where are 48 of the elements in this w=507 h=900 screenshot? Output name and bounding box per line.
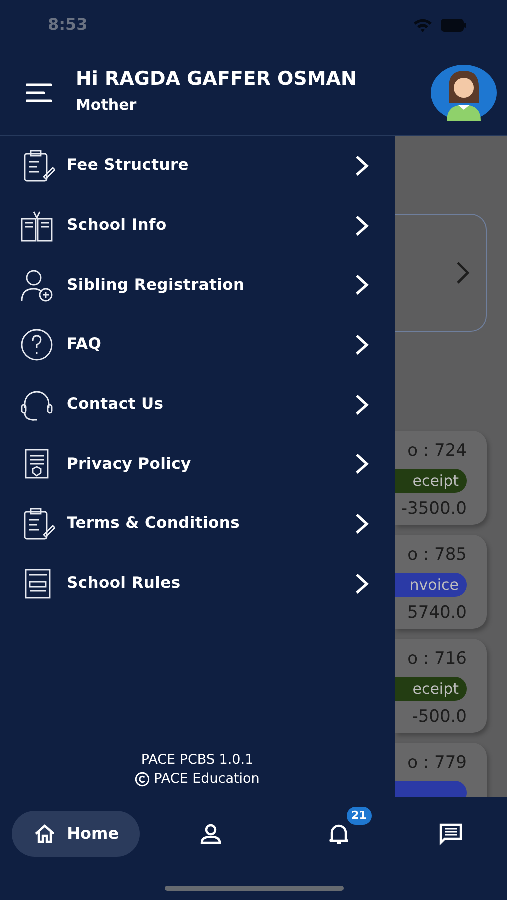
user-add-icon [20,268,55,302]
type-tag: eceipt [395,676,467,700]
amount-text: 5740.0 [406,602,467,624]
type-tag: nvoice [395,572,467,596]
chevron-right-icon [355,214,369,237]
menu-item[interactable]: Fee Structure [0,136,395,196]
avatar[interactable] [431,64,497,120]
type-tag: eceipt [395,468,467,492]
question-icon [20,328,55,362]
role-text: Mother [76,95,138,116]
profile-icon [199,822,224,846]
menu-item[interactable]: Contact Us [0,374,395,434]
bell-icon [326,822,351,846]
copyright-icon [135,772,150,787]
battery-icon [441,18,467,32]
transaction-number: o : 724 [406,440,467,463]
copyright-text: PACE Education [154,770,260,789]
menu-item[interactable]: FAQ [0,315,395,375]
notification-count: 21 [346,807,372,825]
transaction-card[interactable]: o : 716 eceipt -500.0 [395,639,487,733]
chevron-right-icon [355,154,369,177]
transaction-card[interactable]: o : 724 eceipt -3500.0 [395,431,487,525]
menu-item[interactable]: Privacy Policy [0,434,395,494]
home-icon [33,822,58,846]
status-time: 8:53 [48,14,88,36]
greeting-text: Hi RAGDA GAFFER OSMAN [76,68,358,92]
transaction-number: o : 716 [406,648,467,671]
menu-item[interactable]: School Info [0,196,395,256]
transaction-card[interactable]: o : 785 nvoice 5740.0 [395,535,487,629]
transaction-number: o : 779 [406,752,467,775]
transaction-number: o : 785 [406,544,467,567]
amount-text: -500.0 [411,706,467,728]
chevron-right-icon [355,394,369,416]
chevron-right-icon [355,572,369,595]
chevron-right-icon [355,512,369,535]
amount-text: -3500.0 [400,498,467,520]
home-tab[interactable]: Home [12,811,140,857]
chevron-right-icon [355,334,369,356]
version-text: PACE PCBS 1.0.1 [140,751,255,770]
chevron-right-icon [355,453,369,476]
chevron-right-icon [355,274,369,296]
menu-item[interactable]: School Rules [0,554,395,614]
chevron-right-icon [456,261,470,285]
menu-item[interactable]: Terms & Conditions [0,494,395,554]
wifi-icon [413,18,433,32]
menu-item[interactable]: Sibling Registration [0,255,395,316]
chat-icon [438,822,463,846]
menu-icon[interactable] [26,82,52,102]
